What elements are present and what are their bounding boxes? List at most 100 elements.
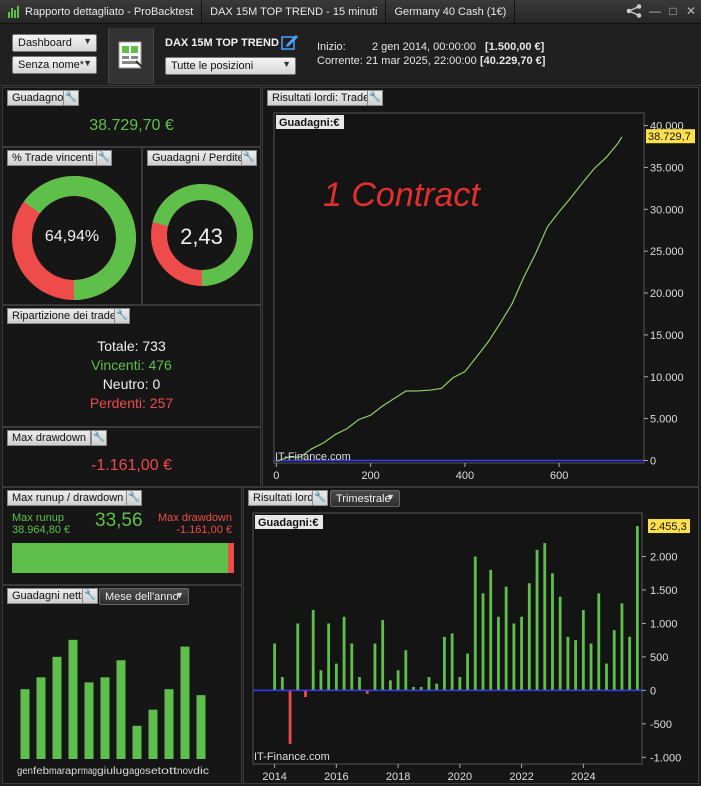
quarterly-bar	[551, 573, 554, 691]
quarterly-bar	[543, 543, 547, 691]
maximize-icon[interactable]: □	[667, 5, 679, 17]
quarterly-bar	[605, 663, 608, 691]
quarterly-y-tick-label: -1.000	[650, 752, 681, 764]
name-select[interactable]: Senza nome* ▼	[12, 56, 97, 74]
winners-row: Vincenti: 476	[3, 356, 260, 375]
chevron-down-icon: ▼	[83, 36, 92, 46]
wrench-icon[interactable]: 🔧	[91, 430, 107, 446]
equity-chart[interactable]: Guadagni:€ 0 5.000 10.000 15.000 20.000 25.000…	[263, 88, 700, 488]
runup-ratio: 33,56	[95, 510, 143, 531]
drawdown-panel-title: Max drawdown	[7, 430, 91, 446]
view-select-value: Dashboard	[18, 37, 72, 49]
quarterly-bar	[381, 620, 385, 691]
quarterly-y-tick-label: 1.500	[650, 585, 678, 597]
monthly-bar	[148, 709, 158, 759]
quarterly-bar	[589, 643, 593, 691]
quarterly-bar	[574, 640, 578, 691]
monthly-x-label: apr	[65, 766, 82, 777]
wrench-icon[interactable]: 🔧	[63, 90, 79, 106]
quarterly-bar	[597, 593, 601, 691]
positions-select-value: Tutte le posizioni	[171, 60, 254, 72]
quarterly-x-tick-label: 2018	[386, 771, 410, 783]
quarterly-bar	[489, 569, 493, 691]
equity-watermark: 1 Contract	[323, 176, 481, 214]
quarterly-bar	[311, 610, 315, 691]
quarterly-bar	[327, 623, 331, 691]
breakdown-panel-title: Ripartizione dei trade	[7, 308, 121, 324]
monthly-x-label: set	[145, 766, 161, 777]
view-select[interactable]: Dashboard ▼	[12, 34, 97, 52]
runup-dd-label: Max drawdown	[158, 512, 232, 524]
wrench-icon[interactable]: 🔧	[96, 150, 112, 166]
app-title-segment: Rapporto dettagliato - ProBacktest	[0, 0, 203, 24]
losers-label: Perdenti:	[89, 395, 146, 411]
quarterly-y-tick-label: 500	[650, 652, 668, 664]
neutral-row: Neutro: 0	[3, 375, 260, 394]
monthly-x-label: mag	[81, 766, 97, 777]
winrate-value: 64,94%	[44, 228, 100, 245]
quarterly-bar	[512, 623, 516, 691]
monthly-bar	[52, 656, 62, 759]
runup-value: 38.964,80 €	[12, 524, 71, 536]
quarterly-bar	[497, 616, 500, 691]
minimize-icon[interactable]: —	[649, 5, 661, 17]
monthly-bar	[68, 639, 78, 759]
quarterly-bar	[450, 633, 454, 691]
profitloss-value: 2,43	[180, 224, 223, 249]
share-icon[interactable]	[625, 4, 643, 18]
positions-select[interactable]: Tutte le posizioni ▼	[165, 57, 296, 75]
wrench-icon[interactable]: 🔧	[126, 490, 142, 506]
edit-icon[interactable]	[281, 34, 299, 50]
neutral-count: 0	[152, 376, 161, 392]
equity-y-tick-label: 10.000	[650, 372, 684, 384]
quarterly-bar	[635, 526, 639, 691]
monthly-chart[interactable]: gen feb mar apr mag giu lug ago set ott nov dic	[3, 586, 243, 785]
equity-y-tick-label: 5.000	[650, 414, 678, 426]
profitloss-panel-title: Guadagni / Perdite	[147, 150, 249, 166]
neutral-label: Neutro:	[102, 376, 149, 392]
backtest-report-window: Rapporto dettagliato - ProBacktest DAX 1…	[0, 0, 701, 786]
runup-bar-fill	[12, 543, 228, 573]
total-row: Totale: 733	[3, 337, 260, 356]
quarterly-bar	[535, 549, 539, 691]
quarterly-bar	[388, 680, 392, 691]
equity-y-tick-label: 15.000	[650, 330, 684, 342]
quarterly-bar	[396, 670, 400, 691]
report-icon-box[interactable]	[108, 28, 154, 84]
quarterly-y-tick-label: 1.000	[650, 618, 678, 630]
monthly-x-label: ago	[129, 766, 145, 777]
wrench-icon[interactable]: 🔧	[241, 150, 257, 166]
quarterly-x-tick-label: 2024	[571, 771, 595, 783]
instrument-tab[interactable]: Germany 40 Cash (1€)	[386, 0, 516, 24]
wrench-icon[interactable]: 🔧	[114, 308, 130, 324]
quarterly-bar	[427, 676, 431, 691]
quarterly-bar	[280, 676, 284, 691]
quarterly-x-tick-label: 2020	[448, 771, 472, 783]
equity-x-tick-label: 0	[273, 470, 279, 482]
winners-count: 476	[148, 357, 172, 373]
quarterly-panel: Risultati lordi 🔧 Trimestrale ▼ Guadagni:…	[243, 487, 699, 784]
monthly-x-label: feb	[33, 766, 49, 777]
monthly-bar	[164, 689, 174, 759]
winrate-panel: % Trade vincenti 🔧 64,94%	[2, 147, 142, 305]
probacktest-logo-icon	[8, 5, 19, 18]
quarterly-chart[interactable]: Guadagni:€ -1.000 -500 0 500 1.000 1.500 2.000 2…	[244, 488, 700, 785]
quarterly-x-tick-label: 2016	[324, 771, 348, 783]
quarterly-bar	[334, 663, 338, 691]
total-count: 733	[142, 338, 166, 354]
quarterly-bar	[319, 670, 323, 691]
quarterly-bar	[620, 603, 624, 691]
monthly-x-label: lug	[113, 766, 129, 777]
quarterly-bar	[404, 650, 408, 691]
start-value: [1.500,00 €]	[485, 41, 545, 53]
monthly-bar	[36, 677, 46, 759]
current-date: 21 mar 2025, 22:00:00	[366, 55, 477, 67]
close-icon[interactable]: ✕	[685, 5, 697, 17]
monthly-x-label: nov	[177, 766, 193, 777]
winrate-panel-title: % Trade vincenti	[7, 150, 99, 166]
quarterly-bar	[373, 643, 377, 691]
quarterly-bar	[435, 683, 439, 691]
system-tab[interactable]: DAX 15M TOP TREND - 15 minuti	[202, 0, 387, 24]
current-value: [40.229,70 €]	[480, 55, 546, 67]
equity-y-tick-label: 25.000	[650, 246, 684, 258]
